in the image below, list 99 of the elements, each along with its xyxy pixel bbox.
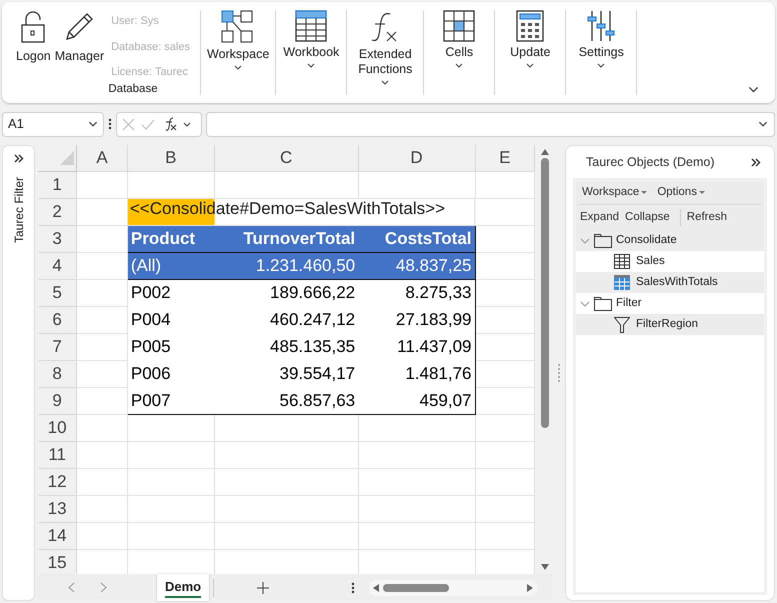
dropdown-icon: [698, 191, 705, 194]
ribbon-button[interactable]: Workspace: [207, 10, 270, 70]
sliders-icon: [587, 10, 616, 42]
table-cell-text: 189.666,22: [269, 282, 356, 304]
ribbon-button[interactable]: Extended Functions: [353, 10, 418, 85]
table-cell-text: P005: [130, 336, 172, 358]
column-header: CostsTotal: [384, 228, 472, 250]
toolbar-button[interactable]: Collapse: [624, 208, 671, 226]
folder-icon: [594, 234, 612, 248]
chevron-down-icon: [183, 122, 191, 126]
row-number[interactable]: 6: [52, 310, 62, 328]
row-number[interactable]: 1: [52, 174, 62, 194]
expander-icon[interactable]: [580, 300, 590, 306]
ribbon-button[interactable]: Workbook: [282, 10, 340, 68]
scroll-right-icon[interactable]: [527, 584, 534, 592]
table-cell-text: 1.481,76: [404, 362, 472, 385]
chevron-down-icon: [526, 63, 534, 68]
column-header: Product: [130, 228, 196, 250]
row-number[interactable]: 3: [52, 228, 62, 248]
chevron-down-icon: [234, 65, 242, 70]
padlock-icon: [21, 11, 46, 43]
table-cell-text: 8.275,33: [404, 282, 472, 304]
calculator-icon: [516, 10, 544, 42]
next-sheet-icon[interactable]: [100, 582, 107, 593]
spreadsheet-icon: [295, 10, 328, 42]
row-number[interactable]: 4: [52, 256, 62, 274]
scroll-down-icon[interactable]: [541, 564, 550, 570]
folder-icon: [594, 296, 612, 310]
menu-button[interactable]: Workspace: [582, 184, 648, 202]
row-number[interactable]: 9: [52, 390, 62, 410]
ribbon-button[interactable]: Cells: [430, 10, 488, 68]
table-icon: [614, 254, 630, 269]
column-letter[interactable]: C: [214, 145, 358, 170]
table-cell-text: 48.837,25: [394, 254, 472, 277]
connection-info: User: Sys: [111, 14, 160, 29]
table-cell-text: P006: [130, 362, 172, 385]
chevron-down-icon: [381, 80, 390, 85]
pane-title: Taurec Filter: [10, 177, 26, 244]
collapse-pane-icon[interactable]: [751, 158, 761, 166]
table-cell-text: 485.135,35: [269, 336, 356, 358]
sheet-tab[interactable]: Demo: [157, 574, 210, 601]
add-sheet-icon[interactable]: [257, 582, 270, 594]
pane-title: Taurec Objects (Demo): [586, 154, 715, 171]
group-label: Database: [107, 82, 158, 96]
table-cell-text: 1.231.460,50: [254, 254, 356, 277]
column-header: TurnoverTotal: [242, 228, 356, 250]
grid-icon: [443, 10, 476, 42]
formula-field[interactable]: [206, 112, 775, 136]
chevron-down-icon: [455, 63, 464, 68]
toolbar-button[interactable]: Expand: [579, 208, 620, 226]
row-number[interactable]: 5: [52, 282, 62, 302]
table-cell-text: P002: [130, 282, 172, 304]
name-box[interactable]: A1: [2, 112, 104, 136]
table-cell-text: (All): [130, 254, 162, 277]
funnel-icon: [614, 316, 630, 332]
table-cell-text: P007: [130, 390, 172, 412]
tree-item[interactable]: FilterRegion: [576, 314, 764, 335]
column-letter[interactable]: B: [128, 145, 214, 170]
table-icon: [614, 275, 630, 290]
table-cell-text: 459,07: [418, 390, 472, 412]
tree-item[interactable]: Consolidate: [576, 230, 764, 251]
ribbon-button[interactable]: Logon: [16, 10, 51, 66]
ribbon-button[interactable]: Settings: [572, 10, 630, 68]
table-cell-text: 460.247,12: [269, 308, 356, 331]
column-letter[interactable]: E: [476, 145, 534, 170]
connection-info: License: Taurec: [111, 65, 189, 80]
table-cell-text: 27.183,99: [394, 308, 472, 331]
chevron-down-icon: [307, 63, 316, 68]
diagram-icon: [221, 10, 256, 44]
row-number[interactable]: 2: [52, 202, 62, 220]
ribbon-button[interactable]: Update: [501, 10, 560, 68]
table-cell-text: 39.554,17: [278, 362, 356, 385]
expander-icon[interactable]: [580, 238, 590, 244]
row-number[interactable]: 7: [52, 336, 62, 356]
horizontal-scrollbar[interactable]: [369, 580, 538, 596]
table-cell-text: 56.857,63: [278, 390, 356, 412]
collapse-ribbon-icon: [748, 86, 759, 93]
column-letter[interactable]: D: [358, 145, 474, 170]
chevron-down-icon: [88, 121, 98, 127]
check-icon[interactable]: [141, 118, 155, 130]
toolbar-button[interactable]: Refresh: [686, 208, 728, 226]
chevron-down-icon: [758, 121, 768, 127]
scroll-up-icon[interactable]: [541, 149, 550, 155]
more-icon: [108, 118, 112, 130]
scroll-left-icon[interactable]: [373, 584, 380, 592]
dropdown-icon: [641, 191, 648, 194]
previous-sheet-icon[interactable]: [68, 582, 75, 593]
pencil-icon: [63, 11, 96, 43]
more-icon[interactable]: [351, 582, 356, 594]
connection-info: Database: sales: [111, 40, 190, 54]
table-cell-text: 11.437,09: [396, 336, 472, 358]
expand-icon[interactable]: [14, 154, 24, 163]
row-number[interactable]: 8: [52, 364, 62, 382]
column-letter[interactable]: A: [77, 145, 127, 170]
menu-button[interactable]: Options: [657, 184, 705, 202]
ribbon-button[interactable]: Manager: [54, 10, 104, 66]
table-cell-text: P004: [130, 308, 172, 331]
tree-item[interactable]: SalesWithTotals: [576, 272, 764, 293]
chevron-down-icon: [597, 63, 606, 68]
